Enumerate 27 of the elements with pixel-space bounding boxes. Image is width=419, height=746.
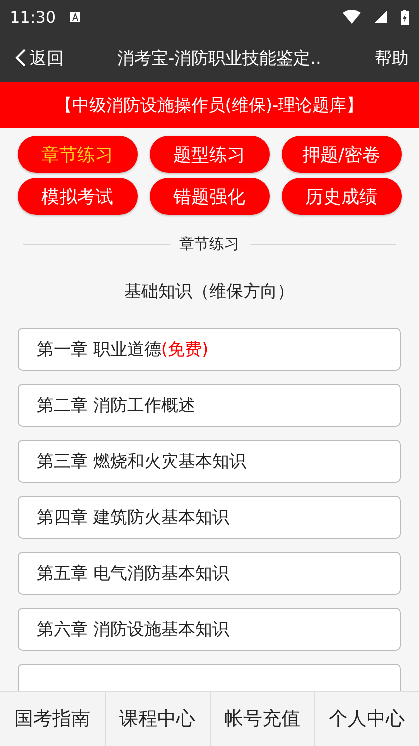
- chapter-item[interactable]: 第六章 消防设施基本知识: [18, 608, 401, 651]
- status-time: 11:30: [10, 8, 56, 26]
- chapter-item[interactable]: 第三章 燃烧和火灾基本知识: [18, 440, 401, 483]
- battery-icon: [401, 10, 409, 24]
- mode-button[interactable]: 错题强化: [150, 178, 270, 215]
- question-bank-banner: 【中级消防设施操作员(维保)-理论题库】: [0, 82, 419, 128]
- chapter-item[interactable]: 第五章 电气消防基本知识: [18, 552, 401, 595]
- back-button[interactable]: 返回: [14, 46, 64, 70]
- nav-tab[interactable]: 课程中心: [104, 692, 210, 746]
- mode-button[interactable]: 题型练习: [150, 136, 270, 173]
- wifi-icon: [343, 10, 361, 24]
- chapter-item[interactable]: 第二章 消防工作概述: [18, 384, 401, 427]
- chapter-item[interactable]: 第一章 职业道德(免费): [18, 328, 401, 371]
- mode-button[interactable]: 模拟考试: [18, 178, 138, 215]
- nav-tab[interactable]: 帐号充值: [210, 692, 314, 746]
- mode-button[interactable]: 押题/密卷: [282, 136, 402, 173]
- mode-button[interactable]: 历史成绩: [282, 178, 402, 215]
- section-title: 章节练习: [180, 235, 240, 254]
- help-button[interactable]: 帮助: [375, 46, 409, 70]
- notification-icon: [70, 12, 82, 22]
- nav-tab[interactable]: 国考指南: [0, 692, 105, 746]
- signal-icon: [375, 11, 387, 23]
- nav-tab[interactable]: 个人中心: [314, 692, 419, 746]
- chevron-left-icon: [14, 48, 28, 68]
- toolbar-title: 消考宝-消防职业技能鉴定..: [116, 48, 322, 70]
- chapter-item[interactable]: 第四章 建筑防火基本知识: [18, 496, 401, 539]
- category-subtitle: 基础知识（维保方向）: [124, 281, 296, 303]
